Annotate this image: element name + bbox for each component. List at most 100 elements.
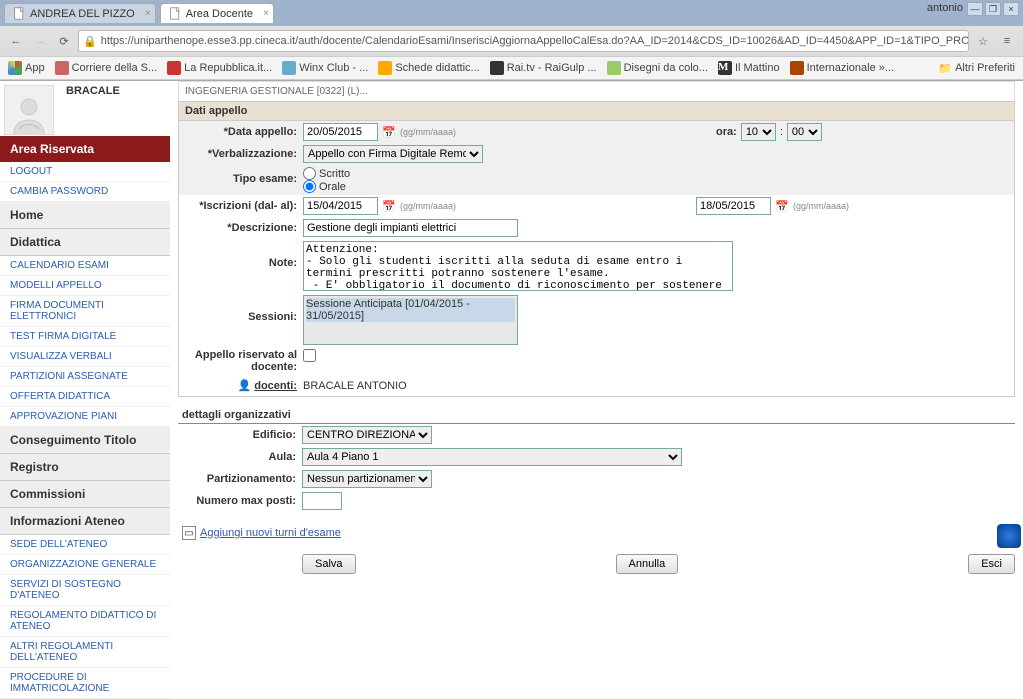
- radio-orale[interactable]: [303, 180, 316, 193]
- browser-tab-1[interactable]: ANDREA DEL PIZZO ×: [4, 3, 156, 23]
- link-offerta-didattica[interactable]: OFFERTA DIDATTICA: [0, 387, 170, 407]
- reload-button[interactable]: ⟳: [54, 31, 74, 51]
- label-orale: Orale: [319, 181, 346, 193]
- link-servizi-sostegno[interactable]: SERVIZI DI SOSTEGNO D'ATENEO: [0, 575, 170, 606]
- calendar-icon[interactable]: 📅: [381, 199, 397, 213]
- page-icon: [169, 7, 182, 20]
- section-commissioni[interactable]: Commissioni: [0, 481, 170, 508]
- hint-gg: (gg/mm/aaaa): [400, 127, 456, 137]
- docente-value: BRACALE ANTONIO: [303, 380, 407, 392]
- label-colon: :: [780, 126, 783, 138]
- window-minimize[interactable]: —: [967, 2, 983, 16]
- select-verbalizzazione[interactable]: Appello con Firma Digitale Remota: [303, 145, 483, 163]
- bookmark-2[interactable]: Winx Club - ...: [282, 61, 368, 75]
- chrome-menu-icon[interactable]: ≡: [997, 31, 1017, 51]
- link-firma-documenti[interactable]: FIRMA DOCUMENTI ELETTRONICI: [0, 296, 170, 327]
- back-button[interactable]: ←: [6, 31, 26, 51]
- section-info-ateneo[interactable]: Informazioni Ateneo: [0, 508, 170, 535]
- link-aggiungi-turni[interactable]: Aggiungi nuovi turni d'esame: [200, 527, 341, 539]
- bookmark-apps[interactable]: App: [8, 61, 45, 75]
- hint-gg: (gg/mm/aaaa): [400, 201, 456, 211]
- textarea-note[interactable]: [303, 241, 733, 291]
- bookmark-icon: [607, 61, 621, 75]
- breadcrumb: INGEGNERIA GESTIONALE [0322] (L)...: [185, 86, 368, 97]
- bookmark-4[interactable]: Rai.tv - RaiGulp ...: [490, 61, 597, 75]
- label-descrizione: Descrizione:: [183, 222, 303, 234]
- tab-1-label: ANDREA DEL PIZZO: [30, 8, 135, 20]
- input-max-posti[interactable]: [302, 492, 342, 510]
- label-ora: ora:: [716, 126, 737, 138]
- section-dettagli-organizzativi: dettagli organizzativi: [178, 403, 1015, 424]
- tab-2-label: Area Docente: [186, 8, 253, 20]
- bookmark-icon: [282, 61, 296, 75]
- bookmark-1[interactable]: La Repubblica.it...: [167, 61, 272, 75]
- bookmark-icon: [490, 61, 504, 75]
- section-conseguimento[interactable]: Conseguimento Titolo: [0, 427, 170, 454]
- select-edificio[interactable]: CENTRO DIREZIONALE: [302, 426, 432, 444]
- apps-icon: [8, 61, 22, 75]
- link-altri-regolamenti[interactable]: ALTRI REGOLAMENTI DELL'ATENEO: [0, 637, 170, 668]
- link-logout[interactable]: LOGOUT: [0, 162, 170, 182]
- label-appello-riservato: Appello riservato al docente:: [183, 349, 303, 373]
- checkbox-appello-riservato[interactable]: [303, 349, 316, 362]
- add-icon[interactable]: ▭: [182, 526, 196, 540]
- radio-scritto[interactable]: [303, 167, 316, 180]
- select-partizionamento[interactable]: Nessun partizionamento: [302, 470, 432, 488]
- esci-button[interactable]: Esci: [968, 554, 1015, 574]
- link-cambia-password[interactable]: CAMBIA PASSWORD: [0, 182, 170, 202]
- link-organizzazione[interactable]: ORGANIZZAZIONE GENERALE: [0, 555, 170, 575]
- bookmark-icon: [378, 61, 392, 75]
- bookmark-5[interactable]: Disegni da colo...: [607, 61, 708, 75]
- section-home[interactable]: Home: [0, 202, 170, 229]
- link-regolamento[interactable]: REGOLAMENTO DIDATTICO DI ATENEO: [0, 606, 170, 637]
- link-docenti[interactable]: docenti:: [254, 380, 297, 392]
- tab-1-close-icon[interactable]: ×: [145, 8, 151, 19]
- select-sessioni[interactable]: Sessione Anticipata [01/04/2015 - 31/05/…: [303, 295, 518, 345]
- select-ora-m[interactable]: 00: [787, 123, 822, 141]
- annulla-button[interactable]: Annulla: [616, 554, 679, 574]
- label-edificio: Edificio:: [182, 429, 302, 441]
- tab-2-close-icon[interactable]: ×: [263, 8, 269, 19]
- bookmark-0[interactable]: Corriere della S...: [55, 61, 158, 75]
- link-visualizza-verbali[interactable]: VISUALIZZA VERBALI: [0, 347, 170, 367]
- page-icon: [13, 7, 26, 20]
- forward-button[interactable]: →: [30, 31, 50, 51]
- link-test-firma[interactable]: TEST FIRMA DIGITALE: [0, 327, 170, 347]
- link-calendario-esami[interactable]: CALENDARIO ESAMI: [0, 256, 170, 276]
- section-registro[interactable]: Registro: [0, 454, 170, 481]
- address-bar[interactable]: 🔒 https://uniparthenope.esse3.pp.cineca.…: [78, 30, 969, 52]
- bookmark-7[interactable]: Internazionale »...: [790, 61, 894, 75]
- link-procedure[interactable]: PROCEDURE DI IMMATRICOLAZIONE: [0, 668, 170, 699]
- docenti-icon[interactable]: 👤: [238, 379, 252, 392]
- bookmark-star-icon[interactable]: ☆: [973, 31, 993, 51]
- select-aula[interactable]: Aula 4 Piano 1: [302, 448, 682, 466]
- link-sede[interactable]: SEDE DELL'ATENEO: [0, 535, 170, 555]
- input-iscrizioni-al[interactable]: [696, 197, 771, 215]
- bookmark-3[interactable]: Schede didattic...: [378, 61, 479, 75]
- window-maximize[interactable]: ❐: [985, 2, 1001, 16]
- calendar-icon[interactable]: 📅: [774, 199, 790, 213]
- calendar-icon[interactable]: 📅: [381, 125, 397, 139]
- sessione-option[interactable]: Sessione Anticipata [01/04/2015 - 31/05/…: [306, 298, 515, 322]
- salva-button[interactable]: Salva: [302, 554, 356, 574]
- label-note: Note:: [183, 241, 303, 269]
- bookmark-other[interactable]: 📁Altri Preferiti: [938, 62, 1015, 75]
- link-partizioni[interactable]: PARTIZIONI ASSEGNATE: [0, 367, 170, 387]
- link-approvazione-piani[interactable]: APPROVAZIONE PIANI: [0, 407, 170, 427]
- section-didattica[interactable]: Didattica: [0, 229, 170, 256]
- area-riservata-header: Area Riservata: [0, 136, 170, 162]
- link-modelli-appello[interactable]: MODELLI APPELLO: [0, 276, 170, 296]
- input-iscrizioni-dal[interactable]: [303, 197, 378, 215]
- bookmark-icon: [55, 61, 69, 75]
- label-data-appello: Data appello:: [183, 126, 303, 138]
- browser-tab-2[interactable]: Area Docente ×: [160, 3, 274, 23]
- section-dati-appello: Dati appello: [178, 101, 1015, 121]
- window-close[interactable]: ×: [1003, 2, 1019, 16]
- lock-icon: 🔒: [83, 35, 97, 48]
- bookmark-6[interactable]: MIl Mattino: [718, 61, 780, 75]
- input-descrizione[interactable]: [303, 219, 518, 237]
- input-data-appello[interactable]: [303, 123, 378, 141]
- teamviewer-icon[interactable]: [997, 524, 1021, 548]
- select-ora-h[interactable]: 10: [741, 123, 776, 141]
- label-scritto: Scritto: [319, 168, 350, 180]
